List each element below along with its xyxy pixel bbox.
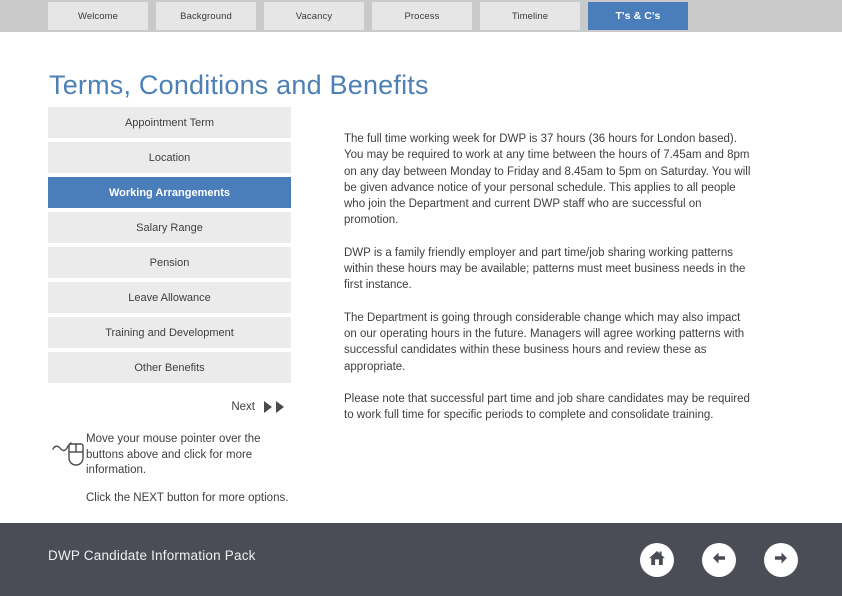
arrow-left-icon	[709, 548, 729, 573]
sidebar-item-location[interactable]: Location	[48, 142, 291, 173]
tab-vacancy[interactable]: Vacancy	[264, 2, 364, 30]
sidebar-item-pension[interactable]: Pension	[48, 247, 291, 278]
home-icon	[647, 548, 667, 573]
tab-label: Welcome	[77, 10, 119, 22]
tab-terms-and-conditions[interactable]: T's & C's	[588, 2, 688, 30]
content-paragraph: The Department is going through consider…	[344, 311, 745, 373]
forward-button[interactable]	[764, 543, 798, 577]
sidebar-item-label: Pension	[149, 256, 190, 269]
content-paragraph: Please note that successful part time an…	[344, 392, 750, 422]
sidebar-item-training-and-development[interactable]: Training and Development	[48, 317, 291, 348]
back-button[interactable]	[702, 543, 736, 577]
sidebar-item-label: Other Benefits	[134, 361, 205, 374]
tab-label: Vacancy	[295, 10, 333, 22]
footer-title: DWP Candidate Information Pack	[48, 548, 256, 563]
tab-process[interactable]: Process	[372, 2, 472, 30]
footer-bar: DWP Candidate Information Pack	[0, 523, 842, 596]
footer-navigation	[640, 543, 798, 577]
usage-hint-line-1: Move your mouse pointer over the buttons…	[86, 433, 261, 476]
usage-hint-text: Move your mouse pointer over the buttons…	[86, 432, 296, 506]
sidebar-item-label: Working Arrangements	[108, 186, 231, 199]
mouse-icon	[50, 432, 90, 472]
next-button[interactable]: Next	[48, 400, 291, 414]
sidebar-item-label: Salary Range	[136, 221, 203, 234]
sidebar-item-label: Location	[148, 151, 191, 164]
content-paragraph: DWP is a family friendly employer and pa…	[344, 246, 746, 292]
content-panel: The full time working week for DWP is 37…	[344, 131, 754, 423]
arrow-right-icon	[771, 548, 791, 573]
usage-hint-line-2: Click the NEXT button for more options.	[86, 491, 289, 504]
sidebar-item-salary-range[interactable]: Salary Range	[48, 212, 291, 243]
tab-list: Welcome Background Vacancy Process Timel…	[48, 2, 696, 30]
tab-label: T's & C's	[615, 10, 661, 22]
sidebar-item-label: Leave Allowance	[128, 291, 211, 304]
tab-welcome[interactable]: Welcome	[48, 2, 148, 30]
tab-label: Process	[404, 10, 440, 22]
next-button-label: Next	[231, 401, 255, 413]
sidebar-item-working-arrangements[interactable]: Working Arrangements	[48, 177, 291, 208]
topic-menu: Appointment Term Location Working Arrang…	[48, 107, 291, 387]
tab-strip: Welcome Background Vacancy Process Timel…	[0, 0, 842, 32]
tab-background[interactable]: Background	[156, 2, 256, 30]
sidebar-item-leave-allowance[interactable]: Leave Allowance	[48, 282, 291, 313]
tab-label: Timeline	[511, 10, 549, 22]
tab-label: Background	[180, 10, 232, 22]
sidebar-item-label: Appointment Term	[124, 116, 215, 129]
sidebar-item-label: Training and Development	[105, 326, 234, 339]
tab-timeline[interactable]: Timeline	[480, 2, 580, 30]
double-chevron-right-icon	[263, 400, 291, 414]
page-title: Terms, Conditions and Benefits	[49, 70, 429, 100]
sidebar-item-appointment-term[interactable]: Appointment Term	[48, 107, 291, 138]
sidebar-item-other-benefits[interactable]: Other Benefits	[48, 352, 291, 383]
home-button[interactable]	[640, 543, 674, 577]
content-paragraph: The full time working week for DWP is 37…	[344, 133, 751, 227]
